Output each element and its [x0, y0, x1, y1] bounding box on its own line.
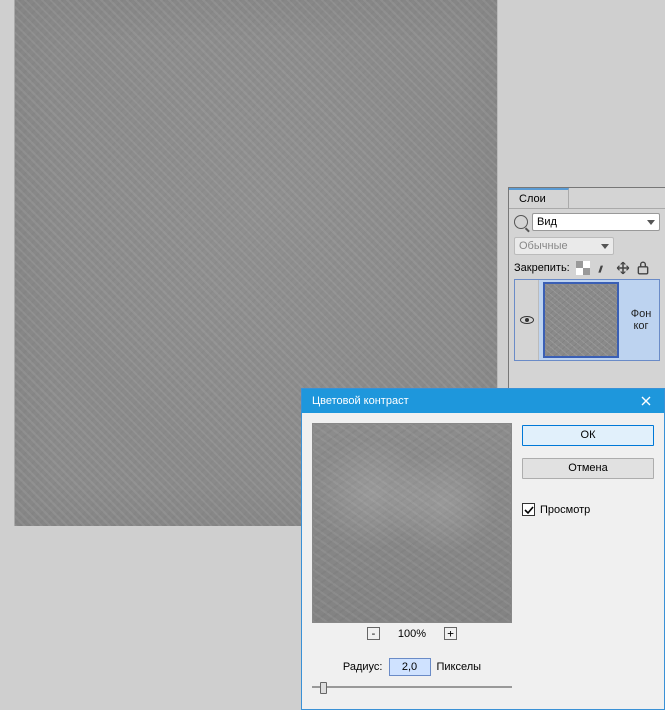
high-pass-dialog: Цветовой контраст - 100% + Радиус: Пиксе… — [301, 388, 665, 710]
layer-name[interactable]: Фон ког — [623, 308, 659, 332]
layer-thumbnail[interactable] — [543, 282, 619, 358]
lock-pixels-icon[interactable] — [596, 261, 610, 275]
preview-checkbox-label: Просмотр — [540, 504, 590, 516]
lock-all-icon[interactable] — [636, 261, 650, 275]
layers-panel: Слои Вид Обычные Закрепить: — [508, 187, 665, 390]
radius-slider[interactable] — [312, 680, 512, 694]
blend-mode-value: Обычные — [519, 240, 568, 252]
layer-visibility-toggle[interactable] — [515, 280, 539, 360]
chevron-down-icon — [647, 220, 655, 225]
lock-transparency-icon[interactable] — [576, 261, 590, 275]
eye-icon — [520, 316, 534, 324]
dialog-titlebar[interactable]: Цветовой контраст — [302, 389, 664, 413]
filter-type-select[interactable]: Вид — [532, 213, 660, 231]
lock-position-icon[interactable] — [616, 261, 630, 275]
zoom-in-button[interactable]: + — [444, 627, 457, 640]
close-button[interactable] — [634, 391, 658, 411]
cancel-button[interactable]: Отмена — [522, 458, 654, 479]
ok-button[interactable]: ОК — [522, 425, 654, 446]
preview-checkbox[interactable] — [522, 503, 535, 516]
filter-type-value: Вид — [537, 216, 557, 228]
radius-unit: Пикселы — [437, 661, 482, 673]
filter-preview[interactable] — [312, 423, 512, 623]
zoom-out-button[interactable]: - — [367, 627, 380, 640]
dialog-title: Цветовой контраст — [312, 395, 409, 407]
panel-tabbar: Слои — [509, 188, 665, 208]
radius-label: Радиус: — [343, 661, 383, 673]
tab-layers[interactable]: Слои — [509, 188, 569, 208]
chevron-down-icon — [601, 244, 609, 249]
search-icon — [514, 215, 528, 229]
lock-row: Закрепить: — [514, 261, 660, 275]
lock-label: Закрепить: — [514, 262, 570, 274]
blend-mode-select[interactable]: Обычные — [514, 237, 614, 255]
zoom-level: 100% — [398, 628, 426, 640]
slider-handle[interactable] — [320, 682, 327, 694]
layer-row[interactable]: Фон ког — [514, 279, 660, 361]
preview-checkbox-row[interactable]: Просмотр — [522, 503, 654, 516]
radius-input[interactable] — [389, 658, 431, 676]
